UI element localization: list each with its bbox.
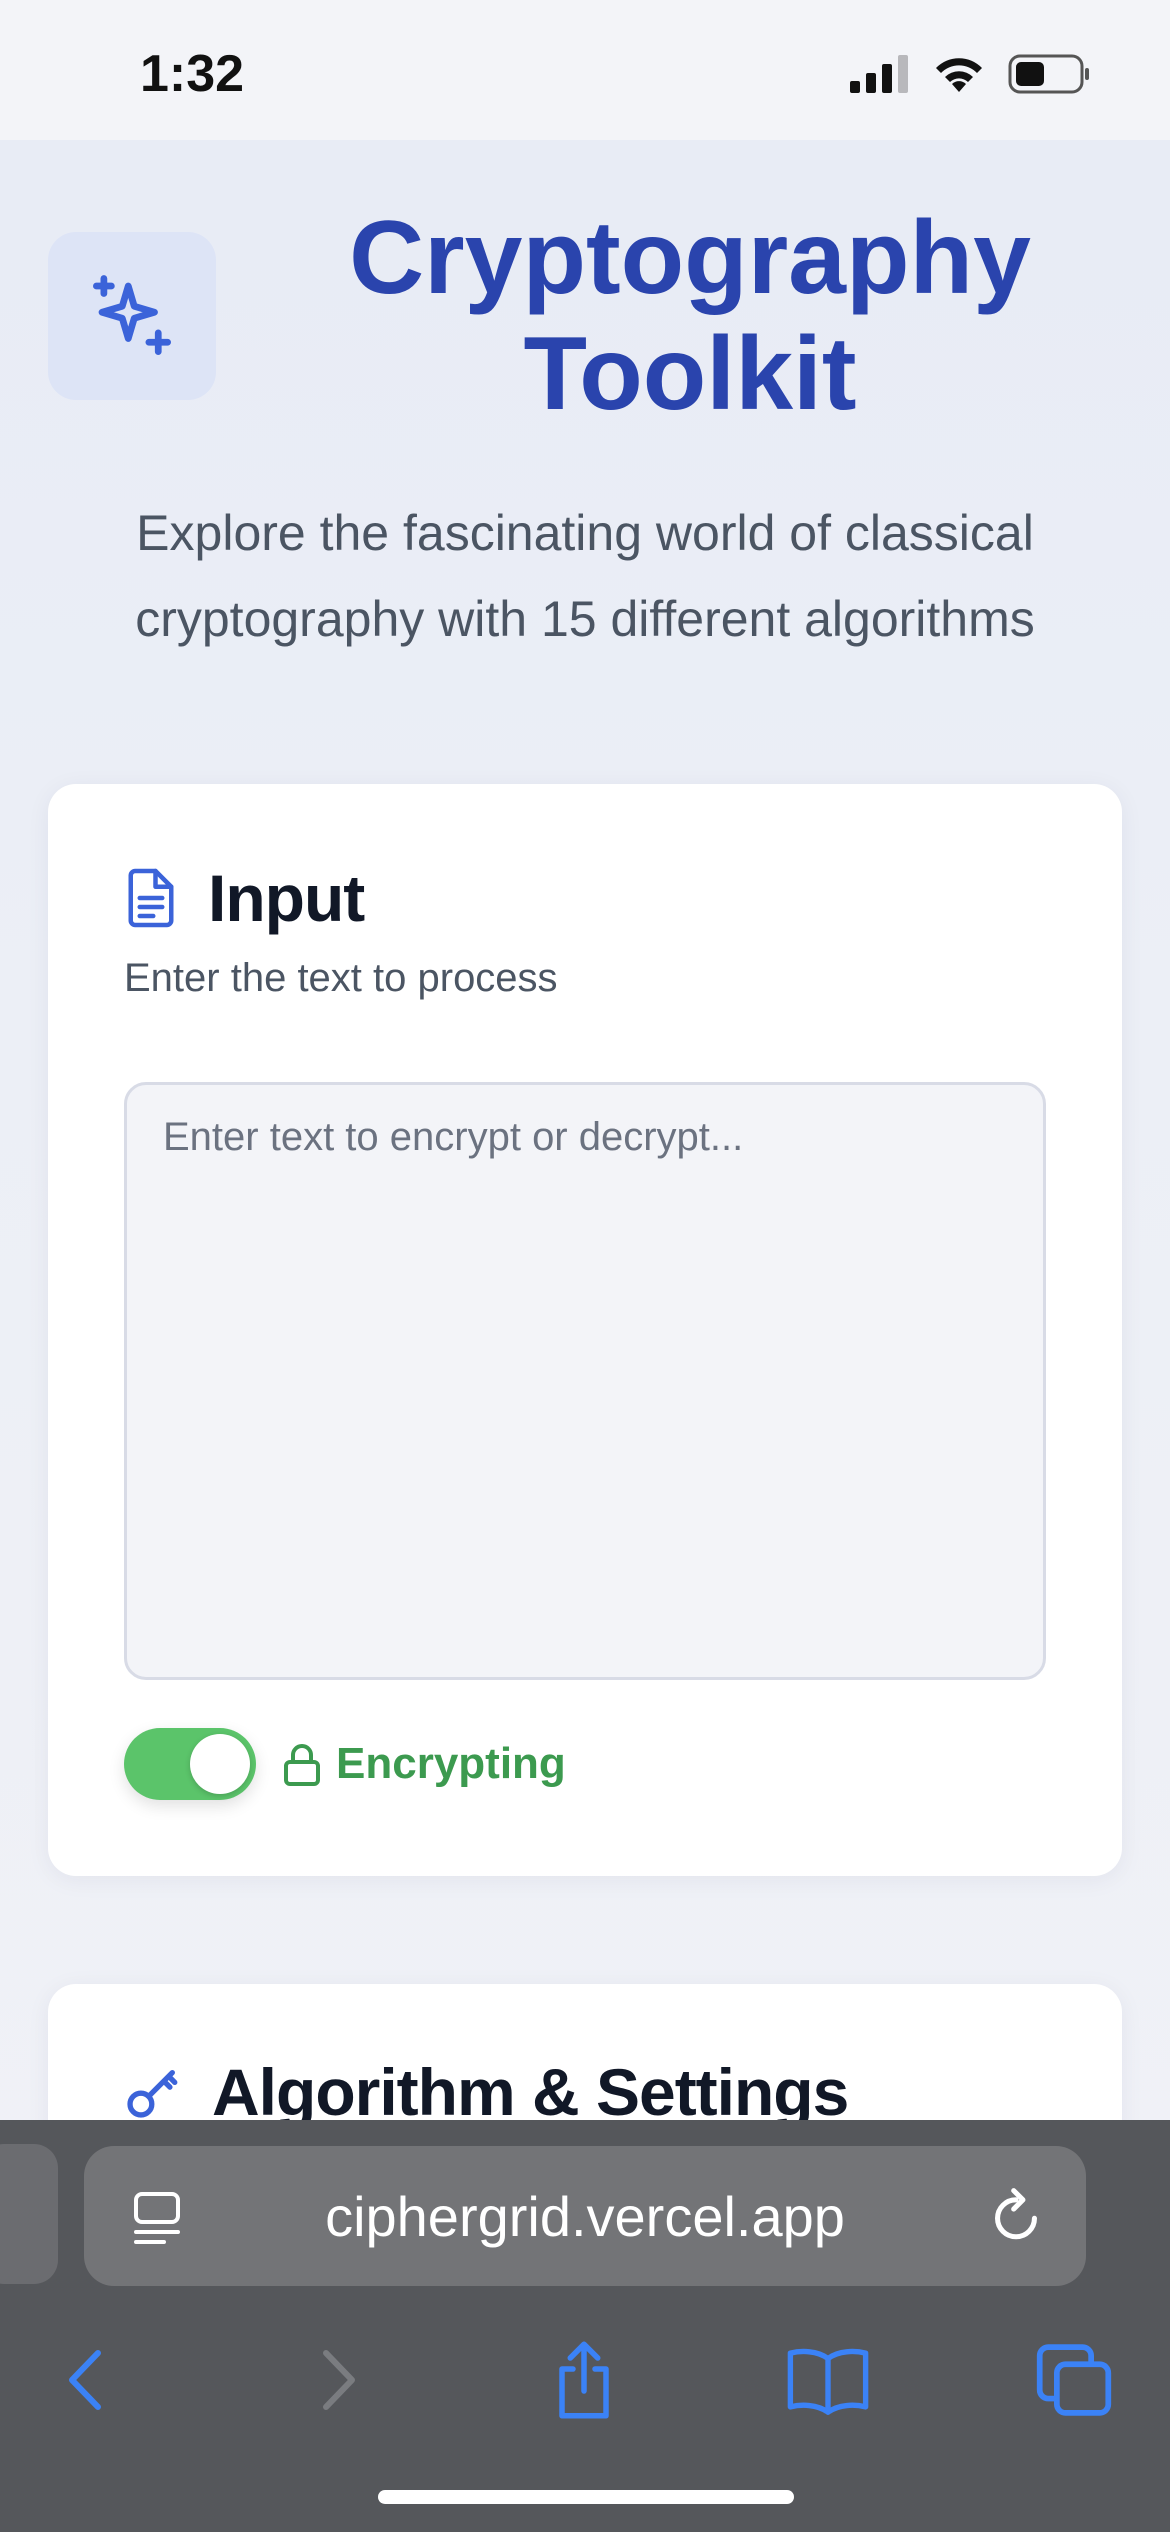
battery-icon (1008, 54, 1089, 94)
tabs-button[interactable] (1014, 2320, 1134, 2440)
document-icon (128, 868, 174, 928)
back-icon (69, 2350, 101, 2410)
app-logo (48, 232, 216, 400)
url-bar[interactable]: ciphergrid.vercel.app (84, 2146, 1086, 2286)
back-button[interactable] (26, 2320, 146, 2440)
browser-toolbar: ciphergrid.vercel.app (0, 2120, 1170, 2532)
forward-icon (323, 2350, 355, 2410)
page-title-line2: Toolkit (523, 316, 857, 432)
sparkles-icon (93, 275, 171, 355)
input-card-description: Enter the text to process (124, 956, 558, 1000)
settings-card-title: Algorithm & Settings (212, 2055, 849, 2129)
browser-nav-row (0, 2320, 1170, 2440)
share-icon (559, 2341, 609, 2419)
bookmarks-icon (787, 2348, 869, 2415)
key-icon (127, 2070, 178, 2118)
status-bar: 1:32 (0, 0, 1170, 140)
mode-toggle-row: Encrypting (124, 1728, 566, 1800)
mode-label: Encrypting (336, 1739, 566, 1788)
mode-indicator: Encrypting (282, 1739, 566, 1789)
home-indicator (378, 2490, 794, 2504)
toggle-knob (190, 1734, 250, 1794)
tabs-icon (1036, 2344, 1112, 2416)
encrypt-decrypt-toggle[interactable] (124, 1728, 256, 1800)
page-subtitle: Explore the fascinating world of classic… (60, 490, 1110, 662)
page-title: Cryptography Toolkit (260, 200, 1120, 432)
input-card: Input Enter the text to process Encrypti… (48, 784, 1122, 1876)
page-menu-icon[interactable] (130, 2190, 184, 2246)
bookmarks-button[interactable] (768, 2320, 888, 2440)
status-icons (850, 54, 1090, 94)
url-text[interactable]: ciphergrid.vercel.app (325, 2184, 845, 2249)
lock-icon (284, 1744, 320, 1786)
page-subtitle-line2: cryptography with 15 different algorithm… (135, 591, 1035, 647)
wifi-icon (936, 58, 982, 92)
input-card-title: Input (208, 861, 365, 935)
settings-card-header: Algorithm & Settings (124, 2054, 849, 2130)
input-card-header: Input (124, 860, 365, 936)
previous-tab-peek[interactable] (0, 2144, 58, 2284)
status-time: 1:32 (140, 45, 245, 103)
forward-button[interactable] (278, 2320, 398, 2440)
text-input[interactable] (124, 1082, 1046, 1680)
page-title-line1: Cryptography (349, 200, 1031, 316)
page-subtitle-line1: Explore the fascinating world of classic… (136, 505, 1034, 561)
cellular-signal-icon (850, 55, 908, 93)
share-button[interactable] (524, 2320, 644, 2440)
reload-icon[interactable] (988, 2186, 1044, 2246)
